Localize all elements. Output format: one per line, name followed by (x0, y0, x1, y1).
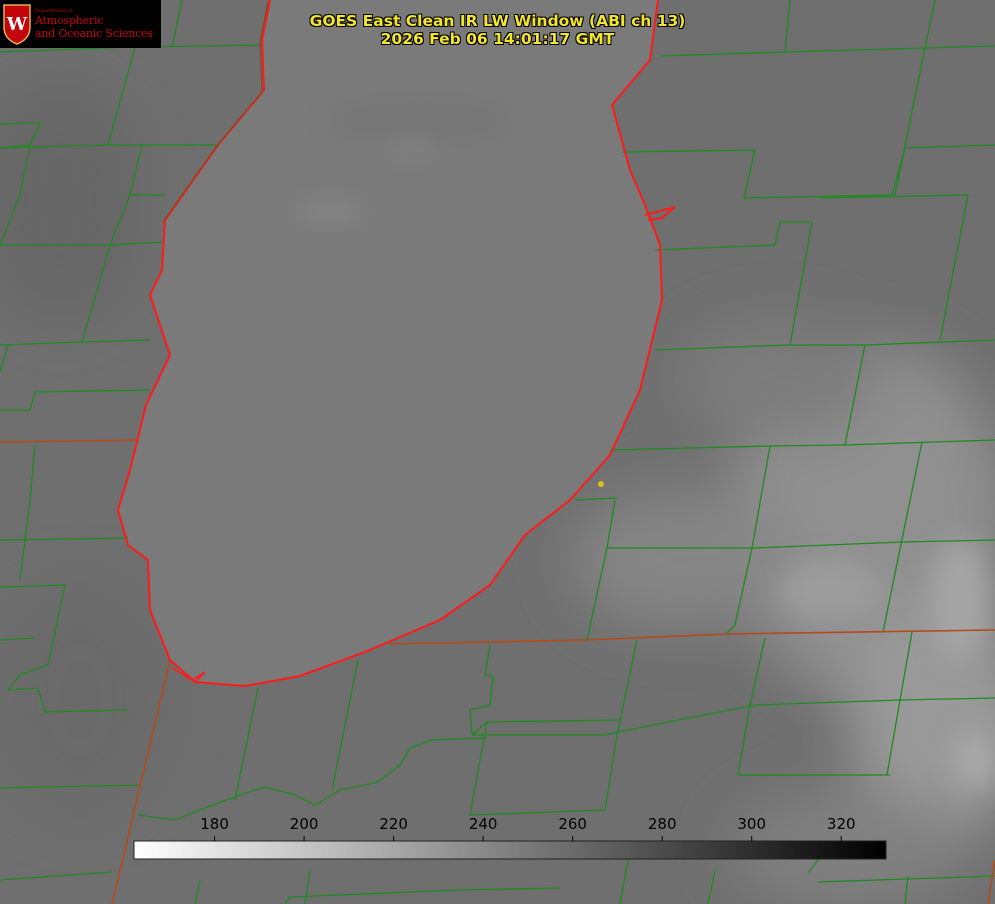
image-timestamp: 2026 Feb 06 14:01:17 GMT (380, 30, 615, 48)
colorbar-tick-label: 300 (737, 815, 767, 833)
station-marker (598, 481, 604, 487)
satellite-map-viewer: W Department of Atmospheric and Oceanic … (0, 0, 995, 904)
colorbar-tick-label: 260 (558, 815, 587, 833)
colorbar-tick-label: 240 (468, 815, 498, 833)
map-canvas (0, 0, 995, 904)
colorbar-tick-label: 320 (826, 815, 856, 833)
colorbar-tick-label: 180 (200, 815, 229, 833)
colorbar-tick-label: 280 (647, 815, 677, 833)
image-title: GOES East Clean IR LW Window (ABI ch 13) (309, 12, 686, 30)
colorbar-tick-label: 220 (379, 815, 408, 833)
colorbar-tick-label: 200 (289, 815, 319, 833)
